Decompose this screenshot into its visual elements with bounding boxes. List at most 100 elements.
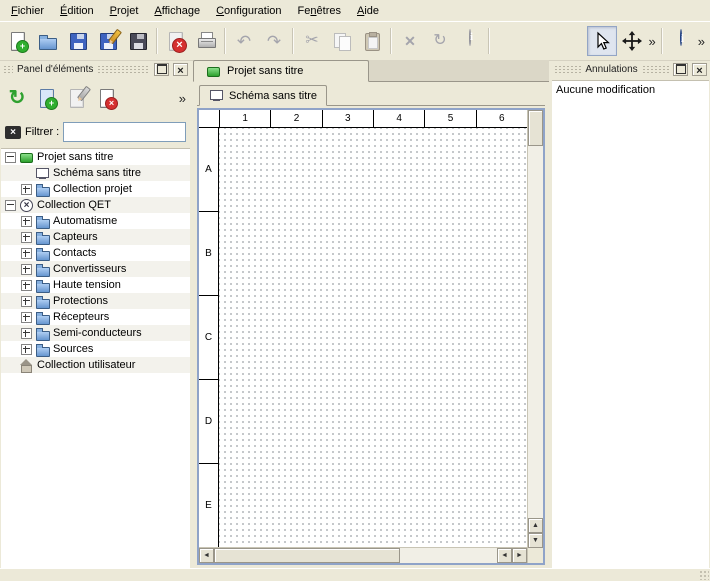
elements-panel-titlebar[interactable]: Panel d'éléments <box>0 60 191 78</box>
rotate-button[interactable] <box>425 26 455 56</box>
horizontal-scrollbar[interactable] <box>199 547 527 563</box>
tree-item[interactable]: Haute tension <box>1 277 190 293</box>
expander-icon[interactable] <box>21 248 32 259</box>
elements-panel-title: Panel d'éléments <box>17 64 93 75</box>
tree-item-icon <box>35 279 50 292</box>
expander-icon[interactable] <box>21 184 32 195</box>
tree-item-icon <box>35 183 50 196</box>
scroll-down-button[interactable] <box>528 533 543 548</box>
elements-tree[interactable]: Projet sans titre Schéma sans titre Coll… <box>1 148 190 569</box>
toolbar-separator <box>661 28 663 54</box>
open-project-button[interactable] <box>33 26 63 56</box>
expander-icon[interactable] <box>5 200 16 211</box>
tree-item[interactable]: Sources <box>1 341 190 357</box>
close-panel-button[interactable] <box>692 63 707 76</box>
undo-panel-titlebar[interactable]: Annulations <box>551 60 710 78</box>
expander-icon[interactable] <box>21 264 32 275</box>
scroll-left-button[interactable] <box>199 548 214 563</box>
column-ruler-label: 5 <box>425 110 476 128</box>
filter-input[interactable] <box>63 122 186 142</box>
tree-item[interactable]: Collection QET <box>1 197 190 213</box>
expander-icon[interactable] <box>21 312 32 323</box>
select-tool-button[interactable] <box>587 26 617 56</box>
save-all-button[interactable] <box>123 26 153 56</box>
expander-icon[interactable] <box>21 216 32 227</box>
tree-item-icon <box>19 199 34 212</box>
resize-grip[interactable] <box>699 570 709 580</box>
dock-grip[interactable] <box>554 65 581 74</box>
help-button[interactable] <box>666 26 696 56</box>
expander-icon[interactable] <box>21 344 32 355</box>
tree-item[interactable]: Contacts <box>1 245 190 261</box>
close-panel-icon <box>177 62 183 77</box>
dock-grip[interactable] <box>642 65 669 74</box>
menu-item[interactable]: Fenêtres <box>290 2 349 20</box>
close-file-button[interactable] <box>161 26 191 56</box>
tree-item[interactable]: Collection utilisateur <box>1 357 190 373</box>
menu-item[interactable]: Affichage <box>146 2 208 20</box>
menu-item[interactable]: Fichier <box>3 2 52 20</box>
save-as-button[interactable] <box>93 26 123 56</box>
paste-button[interactable] <box>357 26 387 56</box>
float-panel-button[interactable] <box>154 63 169 76</box>
clear-filter-icon <box>5 126 21 139</box>
diagram-canvas[interactable] <box>219 128 527 547</box>
scroll-right-button[interactable] <box>512 548 527 563</box>
expander-icon[interactable] <box>21 296 32 307</box>
new-element-button[interactable] <box>33 84 61 112</box>
delete-element-button[interactable] <box>93 84 121 112</box>
expander-icon[interactable] <box>21 280 32 291</box>
undo-history-list[interactable]: Aucune modification <box>552 80 709 569</box>
menu-item[interactable]: Projet <box>102 2 147 20</box>
toolbar-overflow-button[interactable]: » <box>647 26 658 56</box>
menu-item[interactable]: Aide <box>349 2 387 20</box>
dock-grip[interactable] <box>3 65 13 74</box>
tree-item[interactable]: Collection projet <box>1 181 190 197</box>
menu-item[interactable]: Configuration <box>208 2 289 20</box>
expander-icon[interactable] <box>5 152 16 163</box>
cut-button[interactable] <box>297 26 327 56</box>
print-button[interactable] <box>191 26 221 56</box>
scroll-left-button-2[interactable] <box>497 548 512 563</box>
undo-button[interactable] <box>229 26 259 56</box>
redo-button[interactable] <box>259 26 289 56</box>
tree-item[interactable]: Récepteurs <box>1 309 190 325</box>
panel-overflow-button[interactable]: » <box>177 83 188 113</box>
project-tab[interactable]: Projet sans titre <box>193 60 369 82</box>
close-panel-button[interactable] <box>173 63 188 76</box>
vertical-scrollbar[interactable] <box>527 110 543 563</box>
tree-item[interactable]: Convertisseurs <box>1 261 190 277</box>
schema-icon <box>209 89 224 102</box>
toolbar-overflow-button-2[interactable]: » <box>696 26 707 56</box>
tree-item[interactable]: Schéma sans titre <box>1 165 190 181</box>
delete-button[interactable] <box>395 26 425 56</box>
horizontal-scroll-track[interactable] <box>400 548 497 563</box>
vertical-scroll-thumb[interactable] <box>528 110 543 146</box>
tree-item-label: Semi-conducteurs <box>53 327 142 339</box>
edit-element-button[interactable] <box>63 84 91 112</box>
element-info-button[interactable] <box>455 26 485 56</box>
new-file-icon <box>7 30 29 52</box>
menu-item[interactable]: Édition <box>52 2 102 20</box>
move-tool-button[interactable] <box>617 26 647 56</box>
tree-item[interactable]: Projet sans titre <box>1 149 190 165</box>
dock-grip[interactable] <box>97 65 150 74</box>
float-panel-button[interactable] <box>673 63 688 76</box>
tree-item[interactable]: Protections <box>1 293 190 309</box>
scroll-up-button[interactable] <box>528 518 543 533</box>
copy-button[interactable] <box>327 26 357 56</box>
new-project-button[interactable] <box>3 26 33 56</box>
expander-icon[interactable] <box>21 328 32 339</box>
tree-item[interactable]: Capteurs <box>1 229 190 245</box>
clear-filter-button[interactable] <box>5 126 21 139</box>
tree-item[interactable]: Automatisme <box>1 213 190 229</box>
diagram-view[interactable]: 123456 ABCDE <box>197 108 545 565</box>
tree-item[interactable]: Semi-conducteurs <box>1 325 190 341</box>
vertical-scroll-track[interactable] <box>528 146 543 518</box>
schema-tab[interactable]: Schéma sans titre <box>199 85 327 106</box>
expander-icon[interactable] <box>21 232 32 243</box>
horizontal-scroll-thumb[interactable] <box>214 548 400 563</box>
reload-collections-button[interactable] <box>3 84 31 112</box>
status-bar <box>0 568 710 581</box>
save-button[interactable] <box>63 26 93 56</box>
